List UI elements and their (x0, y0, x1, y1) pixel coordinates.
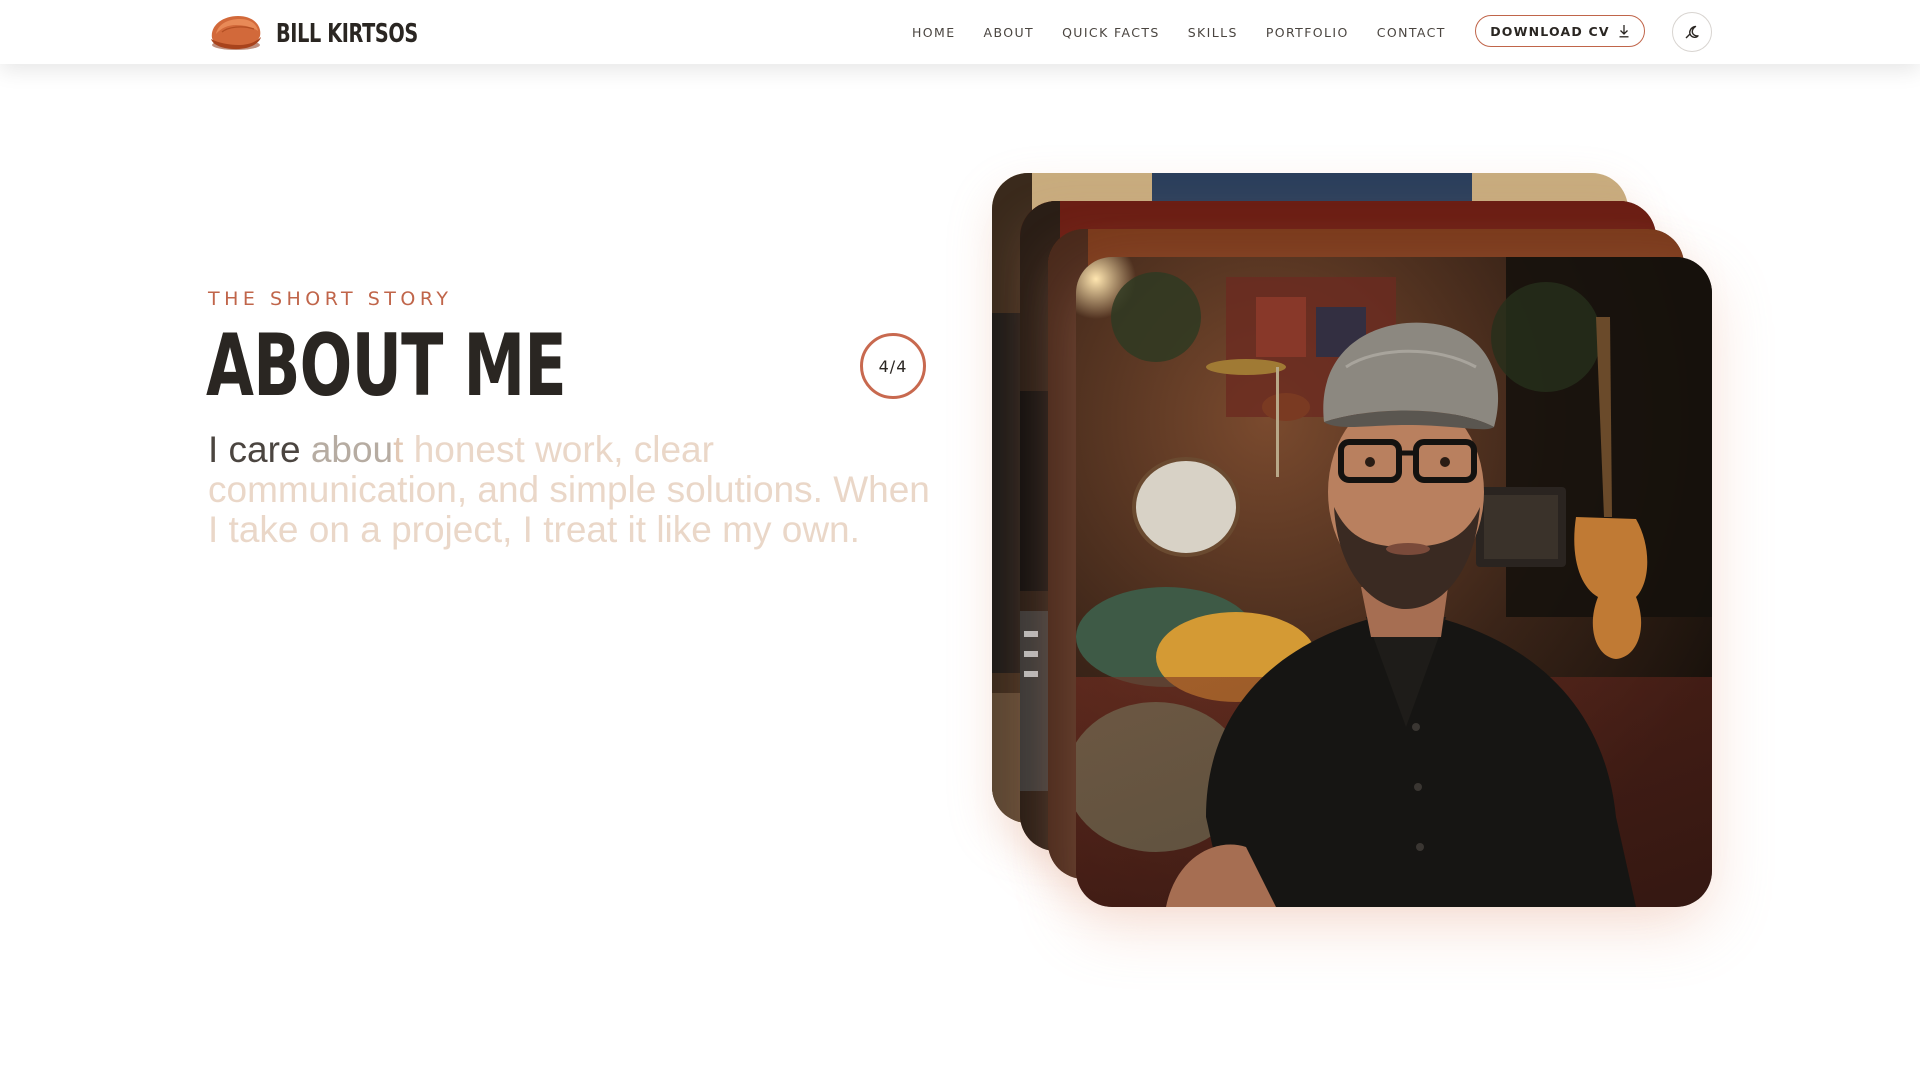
download-cv-label: DOWNLOAD CV (1490, 23, 1610, 39)
download-icon (1619, 25, 1629, 38)
lead-segment-dark: I care (208, 429, 311, 470)
flat-cap-icon (211, 16, 261, 50)
theme-toggle-button[interactable] (1672, 12, 1712, 52)
lead-segment-light: t (393, 429, 404, 470)
nav-about[interactable]: ABOUT (984, 25, 1035, 40)
nav-portfolio[interactable]: PORTFOLIO (1266, 25, 1349, 40)
nav-home[interactable]: HOME (912, 25, 956, 40)
portrait-image (1076, 257, 1712, 907)
moon-icon (1685, 25, 1699, 39)
download-cv-button[interactable]: DOWNLOAD CV (1475, 15, 1645, 47)
nav-quick-facts[interactable]: QUICK FACTS (1062, 25, 1160, 40)
page-title: ABOUT ME (206, 316, 567, 416)
lead-segment-mid: abou (310, 429, 394, 470)
nav-skills[interactable]: SKILLS (1188, 25, 1238, 40)
slide-counter: 4/4 (860, 333, 926, 399)
nav-contact[interactable]: CONTACT (1377, 25, 1446, 40)
photo-card-4 (1076, 257, 1712, 907)
main-nav: HOME ABOUT QUICK FACTS SKILLS PORTFOLIO … (912, 0, 1446, 64)
brand-logo-link[interactable]: BILL KIRTSOS (208, 10, 468, 54)
section-kicker: THE SHORT STORY (208, 288, 453, 310)
site-header: BILL KIRTSOS HOME ABOUT QUICK FACTS SKIL… (0, 0, 1920, 64)
about-lead-text: I care about honest work, clear communic… (208, 430, 943, 550)
brand-name: BILL KIRTSOS (276, 19, 418, 49)
